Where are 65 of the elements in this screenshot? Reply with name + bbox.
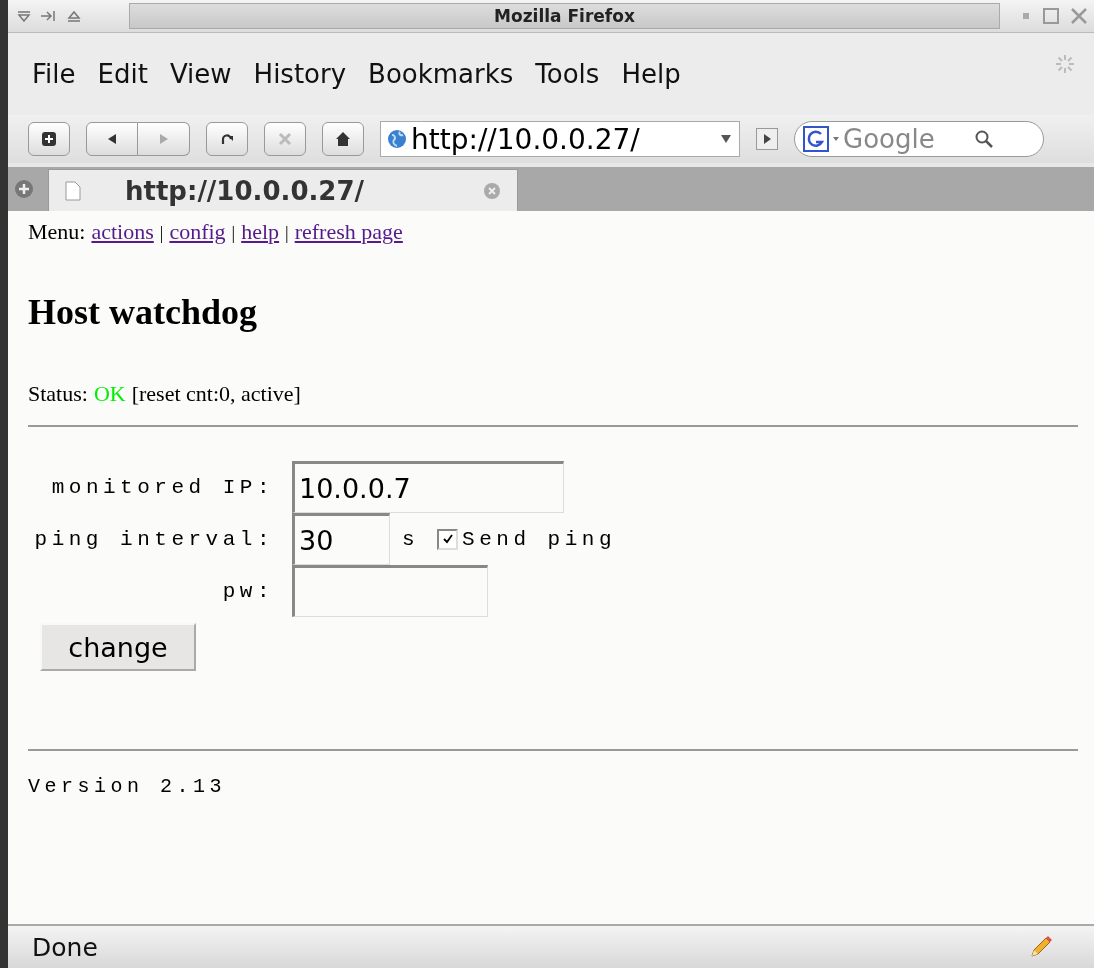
menu-item[interactable]: Edit xyxy=(97,59,148,89)
nav-link[interactable]: refresh page xyxy=(294,219,403,245)
new-tab-button[interactable] xyxy=(28,122,70,156)
minimize-icon[interactable] xyxy=(1020,10,1032,22)
page-heading: Host watchdog xyxy=(28,291,258,333)
stop-button[interactable] xyxy=(264,122,306,156)
browser-tab[interactable]: http://10.0.0.27/ xyxy=(48,169,518,211)
search-icon[interactable] xyxy=(974,129,994,149)
forward-button[interactable] xyxy=(138,122,190,156)
menu-item[interactable]: History xyxy=(253,59,347,89)
search-input[interactable]: Google xyxy=(843,124,971,154)
new-tab-icon[interactable] xyxy=(14,179,34,199)
pencil-icon xyxy=(1028,934,1054,960)
nav-link[interactable]: help xyxy=(241,219,280,245)
interval-field[interactable]: 30 xyxy=(292,513,390,565)
caret-icon[interactable] xyxy=(832,135,840,143)
status-value: OK xyxy=(93,381,126,407)
back-button[interactable] xyxy=(86,122,138,156)
field-label: monitored IP: xyxy=(50,475,274,499)
status-detail: [reset cnt:0, active] xyxy=(131,381,301,407)
search-engine-icon[interactable] xyxy=(803,126,829,152)
checkbox-label: Send ping xyxy=(462,527,617,551)
address-bar[interactable]: http://10.0.0.27/ xyxy=(380,121,740,157)
close-icon[interactable] xyxy=(1070,7,1088,25)
separator: | xyxy=(159,223,164,244)
home-icon xyxy=(335,131,351,147)
field-label: pw: xyxy=(221,579,274,603)
page-icon xyxy=(65,180,81,201)
plus-icon xyxy=(41,131,57,147)
throbber-icon xyxy=(1054,53,1076,75)
menu-item[interactable]: Help xyxy=(621,59,681,89)
separator: | xyxy=(231,223,236,244)
menu-label: Menu: xyxy=(28,219,86,245)
play-icon xyxy=(762,133,772,145)
checkmark-icon xyxy=(441,533,454,545)
ip-field[interactable]: 10.0.0.7 xyxy=(292,461,564,513)
password-field[interactable] xyxy=(292,565,488,617)
change-button[interactable]: change xyxy=(40,623,196,671)
window-title: Mozilla Firefox xyxy=(494,6,635,26)
nav-link[interactable]: actions xyxy=(91,219,154,245)
stop-icon xyxy=(277,131,293,147)
close-tab-icon[interactable] xyxy=(483,181,501,200)
menu-item[interactable]: Tools xyxy=(535,59,600,89)
version-text: Version 2.13 xyxy=(28,775,228,798)
menu-item[interactable]: View xyxy=(169,59,232,89)
menu-item[interactable]: File xyxy=(32,59,76,89)
unit-label: s xyxy=(402,527,420,551)
dropdown-icon[interactable] xyxy=(719,133,733,145)
reload-icon xyxy=(219,131,235,147)
stick-icon[interactable] xyxy=(40,10,58,22)
globe-icon xyxy=(387,129,407,149)
field-label: ping interval: xyxy=(33,527,274,551)
separator: | xyxy=(285,223,289,244)
reload-button[interactable] xyxy=(206,122,248,156)
checkbox[interactable] xyxy=(437,528,459,550)
go-button[interactable] xyxy=(756,128,778,150)
maximize-vertical-icon[interactable] xyxy=(66,10,82,22)
nav-link[interactable]: config xyxy=(169,219,226,245)
maximize-icon[interactable] xyxy=(1042,7,1060,25)
status-label: Status: xyxy=(28,381,88,407)
status-text: Done xyxy=(32,932,98,962)
home-button[interactable] xyxy=(322,122,364,156)
search-field[interactable]: Google xyxy=(794,121,1044,157)
menu-item[interactable]: Bookmarks xyxy=(368,59,514,89)
shade-icon[interactable] xyxy=(16,10,32,22)
